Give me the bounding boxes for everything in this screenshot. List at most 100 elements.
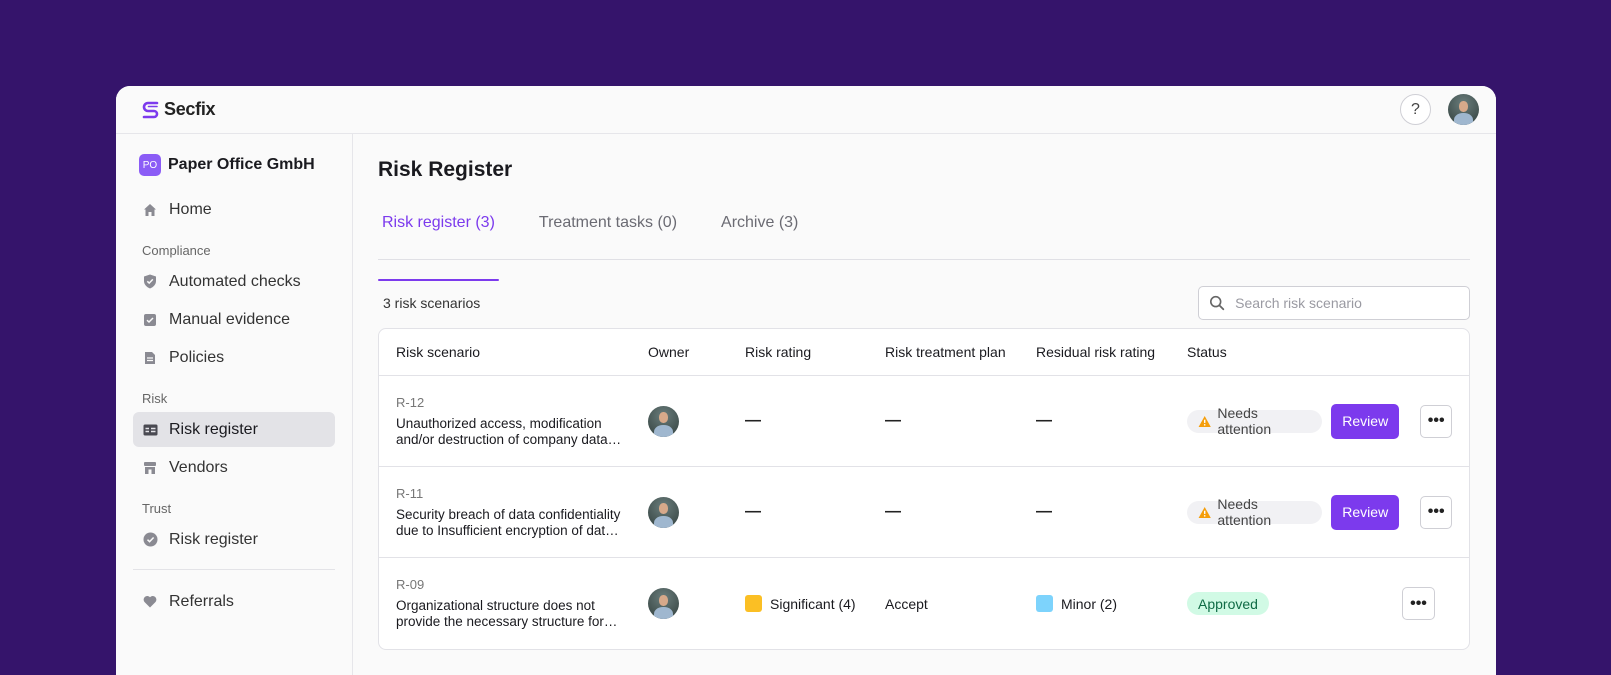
warning-icon — [1198, 506, 1211, 518]
table-icon — [142, 422, 158, 438]
org-name: Paper Office GmbH — [168, 156, 315, 173]
residual-rating-text: Minor (2) — [1061, 595, 1118, 612]
owner-avatar[interactable] — [648, 496, 679, 528]
section-label-risk: Risk — [142, 391, 168, 406]
page-title: Risk Register — [378, 158, 513, 181]
treatment-plan: — — [885, 503, 901, 520]
column-header[interactable]: Status — [1187, 344, 1338, 360]
column-header[interactable]: Risk rating — [745, 344, 885, 360]
search-input[interactable] — [1235, 295, 1459, 311]
risk-title[interactable]: Organizational structure does not provid… — [396, 598, 648, 630]
sidebar-item-label: Automated checks — [169, 272, 301, 290]
ellipsis-icon: ••• — [1427, 412, 1445, 429]
sidebar-item-label: Policies — [169, 348, 225, 366]
treatment-plan: Accept — [885, 595, 928, 612]
search-icon — [1209, 295, 1225, 311]
sidebar-item-label: Risk register — [169, 420, 258, 438]
table-row[interactable]: R-12 Unauthorized access, modification a… — [379, 376, 1469, 467]
sidebar-item-vendors[interactable]: Vendors — [133, 450, 335, 485]
column-header[interactable]: Owner — [648, 344, 745, 360]
status-text: Approved — [1198, 595, 1258, 612]
column-header[interactable]: Risk treatment plan — [885, 344, 1036, 360]
status-text: Needs attention — [1217, 496, 1272, 528]
section-label-compliance: Compliance — [142, 243, 211, 258]
sidebar-item-risk-register[interactable]: Risk register — [133, 412, 335, 447]
risk-scenario-cell: R-09 Organizational structure does not p… — [396, 577, 648, 630]
status-text: Needs attention — [1217, 405, 1272, 437]
sidebar-item-label: Referrals — [169, 592, 234, 610]
status-cell: Needs attention Review ••• — [1187, 494, 1469, 530]
help-button[interactable]: ? — [1400, 94, 1431, 125]
store-icon — [142, 460, 158, 476]
sidebar-item-policies[interactable]: Policies — [133, 340, 335, 375]
sidebar-divider — [133, 569, 335, 570]
risk-id: R-11 — [396, 485, 424, 501]
tab-archive[interactable]: Archive (3) — [717, 208, 802, 259]
app-name: Secfix — [164, 99, 216, 119]
tab-bar: Risk register (3) Treatment tasks (0) Ar… — [378, 208, 1470, 281]
home-icon — [142, 202, 158, 218]
sidebar-item-label: Vendors — [169, 458, 228, 476]
sidebar-item-trust-risk-register[interactable]: Risk register — [133, 522, 335, 557]
verified-badge-icon — [142, 532, 158, 548]
owner-avatar[interactable] — [648, 405, 679, 437]
residual-rating: — — [1036, 412, 1052, 429]
risk-rating: — — [745, 503, 761, 520]
owner-avatar[interactable] — [648, 588, 679, 619]
significant-swatch — [745, 595, 762, 612]
tab-treatment-tasks[interactable]: Treatment tasks (0) — [535, 208, 681, 259]
secfix-logo-icon — [142, 101, 159, 118]
sidebar-item-home[interactable]: Home — [133, 192, 335, 227]
more-options-button[interactable]: ••• — [1420, 404, 1452, 438]
app-window: Secfix ? PO Paper Office GmbH Home Compl… — [116, 86, 1496, 675]
ellipsis-icon: ••• — [1410, 594, 1427, 612]
more-options-button[interactable]: ••• — [1420, 495, 1452, 529]
risk-id: R-12 — [396, 394, 425, 410]
risk-id: R-09 — [396, 577, 425, 592]
shield-check-icon — [142, 274, 158, 290]
sidebar-item-referrals[interactable]: Referrals — [133, 584, 335, 619]
main-content: Risk Register Risk register (3) Treatmen… — [378, 134, 1470, 675]
column-header[interactable]: Risk scenario — [396, 344, 648, 360]
review-button[interactable]: Review — [1331, 403, 1400, 439]
sidebar-item-label: Home — [169, 200, 212, 218]
review-button[interactable]: Review — [1331, 494, 1400, 530]
warning-icon — [1198, 415, 1211, 427]
sidebar-item-manual-evidence[interactable]: Manual evidence — [133, 302, 335, 337]
more-options-button[interactable]: ••• — [1402, 587, 1435, 620]
org-switcher[interactable]: PO Paper Office GmbH — [133, 148, 335, 182]
column-header[interactable]: Residual risk rating — [1036, 344, 1187, 360]
table-header: Risk scenario Owner Risk rating Risk tre… — [379, 329, 1469, 376]
residual-rating: — — [1036, 503, 1052, 520]
table-row[interactable]: R-11 Security breach of data confidentia… — [379, 467, 1469, 558]
sidebar-item-label: Manual evidence — [169, 310, 290, 328]
org-badge: PO — [139, 154, 161, 176]
table-toolbar: 3 risk scenarios — [378, 286, 1470, 320]
risk-count: 3 risk scenarios — [383, 295, 481, 311]
search-box[interactable] — [1198, 286, 1470, 320]
residual-rating: Minor (2) — [1036, 595, 1187, 612]
logo[interactable]: Secfix — [141, 99, 216, 120]
risk-table: Risk scenario Owner Risk rating Risk tre… — [378, 328, 1470, 650]
risk-scenario-cell: R-12 Unauthorized access, modification a… — [396, 395, 648, 448]
sidebar-item-automated-checks[interactable]: Automated checks — [133, 264, 335, 299]
risk-title[interactable]: Security breach of data confidentiality … — [396, 507, 648, 539]
status-badge: Needs attention — [1187, 496, 1323, 528]
risk-rating: Significant (4) — [745, 595, 885, 612]
ellipsis-icon: ••• — [1427, 503, 1445, 520]
minor-swatch — [1036, 595, 1053, 612]
user-avatar[interactable] — [1448, 94, 1479, 125]
sidebar: PO Paper Office GmbH Home Compliance Aut… — [116, 134, 353, 675]
risk-title[interactable]: Unauthorized access, modification and/or… — [396, 416, 648, 448]
risk-scenario-cell: R-11 Security breach of data confidentia… — [396, 486, 648, 539]
help-icon: ? — [1411, 100, 1420, 118]
treatment-plan: — — [885, 412, 901, 429]
tab-risk-register[interactable]: Risk register (3) — [378, 208, 499, 281]
top-bar: Secfix ? — [116, 86, 1496, 134]
status-badge: Approved — [1187, 592, 1269, 615]
risk-rating-text: Significant (4) — [770, 595, 856, 612]
sidebar-item-label: Risk register — [169, 530, 258, 548]
section-label-trust: Trust — [142, 501, 172, 516]
status-cell: Needs attention Review ••• — [1187, 403, 1469, 439]
table-row[interactable]: R-09 Organizational structure does not p… — [379, 558, 1469, 649]
